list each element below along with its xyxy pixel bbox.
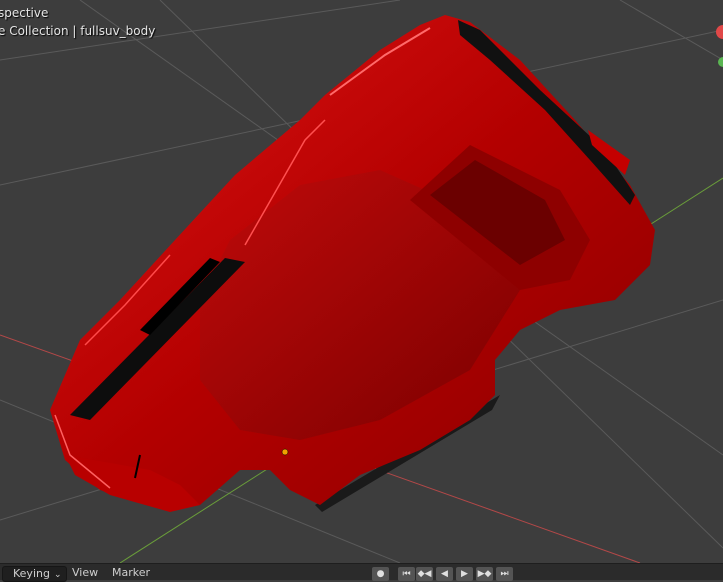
car-body-mesh[interactable]: [50, 15, 655, 512]
view-name-label: spective: [0, 6, 49, 20]
3d-viewport[interactable]: spective e Collection | fullsuv_body: [0, 0, 723, 563]
keying-dropdown-label: Keying: [13, 567, 50, 580]
object-origin-point[interactable]: [281, 448, 289, 456]
collection-object-label: e Collection | fullsuv_body: [0, 24, 156, 38]
timeline-header: Keying ⌄ View Marker ● ⏮ ◆◀ ◀ ▶ ▶◆ ⏭: [0, 563, 723, 582]
view-menu[interactable]: View: [72, 566, 98, 579]
gizmo-y-axis-icon[interactable]: [718, 57, 723, 67]
gizmo-x-axis-icon[interactable]: [716, 25, 723, 39]
marker-menu[interactable]: Marker: [112, 566, 150, 579]
keying-dropdown[interactable]: Keying ⌄: [2, 566, 67, 582]
viewport-canvas: [0, 0, 723, 563]
